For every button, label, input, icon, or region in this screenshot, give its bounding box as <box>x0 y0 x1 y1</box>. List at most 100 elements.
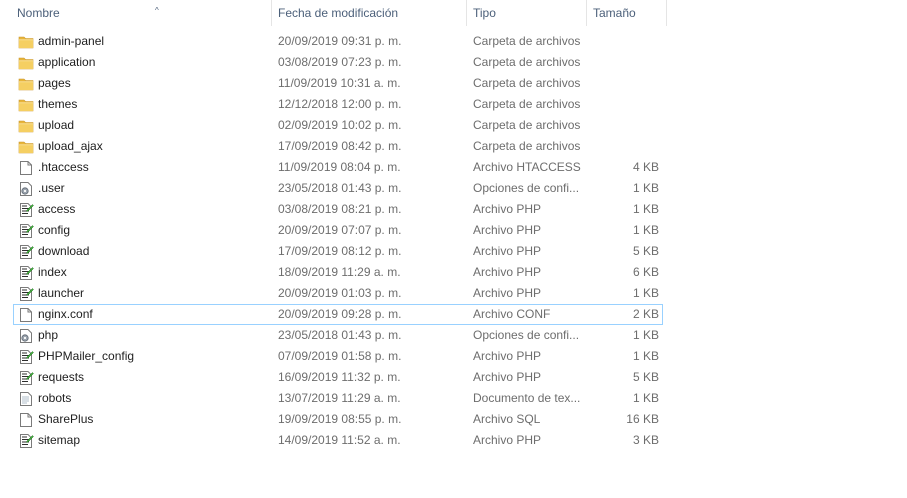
file-date: 23/05/2018 01:43 p. m. <box>278 181 402 195</box>
file-row[interactable]: upload_ajax 17/09/2019 08:42 p. m. Carpeta… <box>0 136 667 157</box>
file-date: 03/08/2019 08:21 p. m. <box>278 202 402 216</box>
php-file-icon <box>18 223 34 239</box>
text-file-icon <box>18 391 34 407</box>
folder-icon <box>18 76 34 92</box>
file-row[interactable]: pages 11/09/2019 10:31 a. m. Carpeta de ar… <box>0 73 667 94</box>
file-row-selected[interactable]: nginx.conf 20/09/2019 09:28 p. m. Archivo … <box>0 304 667 325</box>
php-file-icon <box>18 286 34 302</box>
file-type: Archivo PHP <box>473 370 542 384</box>
file-row[interactable]: upload 02/09/2019 10:02 p. m. Carpeta de a… <box>0 115 667 136</box>
column-header-name-label: Nombre <box>17 6 60 20</box>
file-type: Archivo SQL <box>473 412 541 426</box>
file-row[interactable]: SharePlus 19/09/2019 08:55 p. m. Archivo S… <box>0 409 667 430</box>
folder-icon <box>18 34 34 50</box>
file-size <box>588 136 659 157</box>
file-type: Opciones de confi... <box>473 181 580 195</box>
file-type: Opciones de confi... <box>473 328 580 342</box>
file-date: 03/08/2019 07:23 p. m. <box>278 55 402 69</box>
file-row[interactable]: themes 12/12/2018 12:00 p. m. Carpeta de a… <box>0 94 667 115</box>
file-date: 20/09/2019 01:03 p. m. <box>278 286 402 300</box>
file-size: 1 KB <box>632 328 659 342</box>
file-name: sitemap <box>38 433 81 447</box>
file-date: 07/09/2019 01:58 p. m. <box>278 349 402 363</box>
file-type: Carpeta de archivos <box>473 76 581 90</box>
file-name: download <box>38 244 90 258</box>
file-date: 14/09/2019 11:52 a. m. <box>278 433 401 447</box>
file-name: php <box>38 328 59 342</box>
file-date: 13/07/2019 11:29 a. m. <box>278 391 401 405</box>
file-row[interactable]: .htaccess 11/09/2019 08:04 p. m. Archivo H… <box>0 157 667 178</box>
php-file-icon <box>18 370 34 386</box>
file-type: Carpeta de archivos <box>473 34 581 48</box>
file-size: 1 KB <box>632 391 659 405</box>
blank-file-icon <box>18 412 34 428</box>
file-name: index <box>38 265 67 279</box>
file-size <box>588 52 659 73</box>
file-row[interactable]: access 03/08/2019 08:21 p. m. Archivo PHP 1… <box>0 199 667 220</box>
file-name: PHPMailer_config <box>38 349 135 363</box>
file-row[interactable]: .user 23/05/2018 01:43 p. m. Opciones de c… <box>0 178 667 199</box>
column-header-date[interactable]: Fecha de modificación <box>272 0 467 26</box>
file-date: 12/12/2018 12:00 p. m. <box>278 97 402 111</box>
file-row[interactable]: php 23/05/2018 01:43 p. m. Opciones de con… <box>0 325 667 346</box>
file-size: 1 KB <box>632 202 659 216</box>
file-size: 1 KB <box>632 223 659 237</box>
column-header-date-label: Fecha de modificación <box>278 6 399 20</box>
file-type: Documento de tex... <box>473 391 581 405</box>
file-row[interactable]: robots 13/07/2019 11:29 a. m. Documento de… <box>0 388 667 409</box>
file-name: upload_ajax <box>38 139 103 153</box>
file-name: upload <box>38 118 75 132</box>
file-row[interactable]: config 20/09/2019 07:07 p. m. Archivo PHP 1… <box>0 220 667 241</box>
column-header-bar: Nombre ^ Fecha de modificación Tipo Tama… <box>0 0 667 26</box>
file-name: robots <box>38 391 72 405</box>
php-file-icon <box>18 433 34 449</box>
file-row[interactable]: download 17/09/2019 08:12 p. m. Archivo PH… <box>0 241 667 262</box>
column-header-size[interactable]: Tamaño <box>587 0 667 26</box>
file-row[interactable]: launcher 20/09/2019 01:03 p. m. Archivo PH… <box>0 283 667 304</box>
file-date: 23/05/2018 01:43 p. m. <box>278 328 402 342</box>
folder-icon <box>18 55 34 71</box>
file-name: access <box>38 202 76 216</box>
file-size <box>588 73 659 94</box>
file-name: SharePlus <box>38 412 94 426</box>
column-header-type[interactable]: Tipo <box>467 0 587 26</box>
file-size: 4 KB <box>632 160 659 174</box>
file-date: 17/09/2019 08:42 p. m. <box>278 139 402 153</box>
sort-ascending-icon: ^ <box>155 6 159 15</box>
file-size: 16 KB <box>626 412 659 426</box>
file-row[interactable]: PHPMailer_config 07/09/2019 01:58 p. m. Ar… <box>0 346 667 367</box>
file-row[interactable]: sitemap 14/09/2019 11:52 a. m. Archivo PHP… <box>0 430 667 451</box>
folder-icon <box>18 118 34 134</box>
file-type: Archivo HTACCESS <box>473 160 581 174</box>
file-name: .htaccess <box>38 160 89 174</box>
file-type: Archivo PHP <box>473 244 542 258</box>
file-row[interactable]: index 18/09/2019 11:29 a. m. Archivo PHP 6 … <box>0 262 667 283</box>
php-file-icon <box>18 244 34 260</box>
file-name: config <box>38 223 71 237</box>
file-type: Carpeta de archivos <box>473 139 581 153</box>
file-size: 1 KB <box>632 286 659 300</box>
file-size: 3 KB <box>632 433 659 447</box>
file-size: 5 KB <box>632 244 659 258</box>
column-header-name[interactable]: Nombre ^ <box>11 0 272 26</box>
php-file-icon <box>18 349 34 365</box>
file-type: Archivo PHP <box>473 223 542 237</box>
file-row[interactable]: application 03/08/2019 07:23 p. m. Carpeta… <box>0 52 667 73</box>
file-row[interactable]: requests 16/09/2019 11:32 p. m. Archivo PH… <box>0 367 667 388</box>
config-file-icon <box>18 328 34 344</box>
file-date: 20/09/2019 09:28 p. m. <box>278 307 402 321</box>
file-type: Archivo PHP <box>473 286 542 300</box>
file-size: 1 KB <box>632 349 659 363</box>
file-row[interactable]: admin-panel 20/09/2019 09:31 p. m. Carpeta… <box>0 31 667 52</box>
file-name: launcher <box>38 286 85 300</box>
file-type: Archivo PHP <box>473 265 542 279</box>
config-file-icon <box>18 181 34 197</box>
file-name: application <box>38 55 96 69</box>
file-size <box>588 31 659 52</box>
file-name: pages <box>38 76 71 90</box>
file-type: Archivo PHP <box>473 202 542 216</box>
file-name: themes <box>38 97 78 111</box>
file-date: 11/09/2019 10:31 a. m. <box>278 76 401 90</box>
file-size: 6 KB <box>632 265 659 279</box>
file-size: 2 KB <box>632 307 659 321</box>
